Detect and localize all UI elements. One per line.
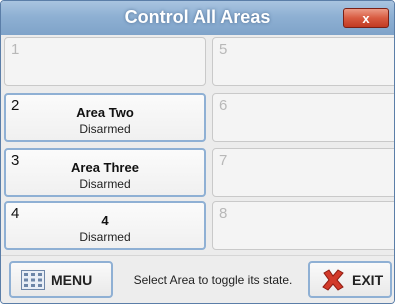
area-state: Disarmed [79, 122, 131, 136]
area-grid: 1 2 Area Two Disarmed 3 Area Three Disar… [1, 35, 394, 255]
area-number: 7 [219, 152, 228, 169]
status-message: Select Area to toggle its state. [133, 273, 293, 287]
area-state: Disarmed [79, 230, 131, 244]
area-number: 5 [219, 41, 228, 58]
footer-bar: MENU Select Area to toggle its state. EX… [1, 255, 394, 303]
exit-button[interactable]: EXIT [308, 261, 392, 298]
exit-label: EXIT [352, 271, 384, 288]
close-button[interactable]: x [343, 8, 389, 28]
area-button-8[interactable]: 8 [212, 201, 394, 250]
window-title: Control All Areas [124, 7, 271, 27]
title-bar: Control All Areas x [1, 1, 394, 35]
area-button-5[interactable]: 5 [212, 37, 394, 86]
red-x-icon [320, 267, 346, 293]
area-number: 6 [219, 97, 228, 114]
area-button-4[interactable]: 4 4 Disarmed [4, 201, 206, 250]
area-name: Area Three [71, 160, 139, 175]
area-number: 8 [219, 205, 228, 222]
area-state: Disarmed [79, 177, 131, 191]
area-button-6[interactable]: 6 [212, 93, 394, 142]
menu-label: MENU [51, 271, 93, 288]
close-icon: x [362, 10, 370, 26]
menu-button[interactable]: MENU [9, 261, 113, 298]
area-button-3[interactable]: 3 Area Three Disarmed [4, 148, 206, 197]
area-name: Area Two [76, 105, 134, 120]
area-button-7[interactable]: 7 [212, 148, 394, 197]
area-button-1[interactable]: 1 [4, 37, 206, 86]
area-button-2[interactable]: 2 Area Two Disarmed [4, 93, 206, 142]
control-all-areas-window: Control All Areas x 1 2 Area Two Disarme… [0, 0, 395, 304]
area-name: 4 [101, 213, 109, 228]
area-number: 1 [11, 41, 20, 58]
menu-grid-icon [21, 269, 45, 290]
